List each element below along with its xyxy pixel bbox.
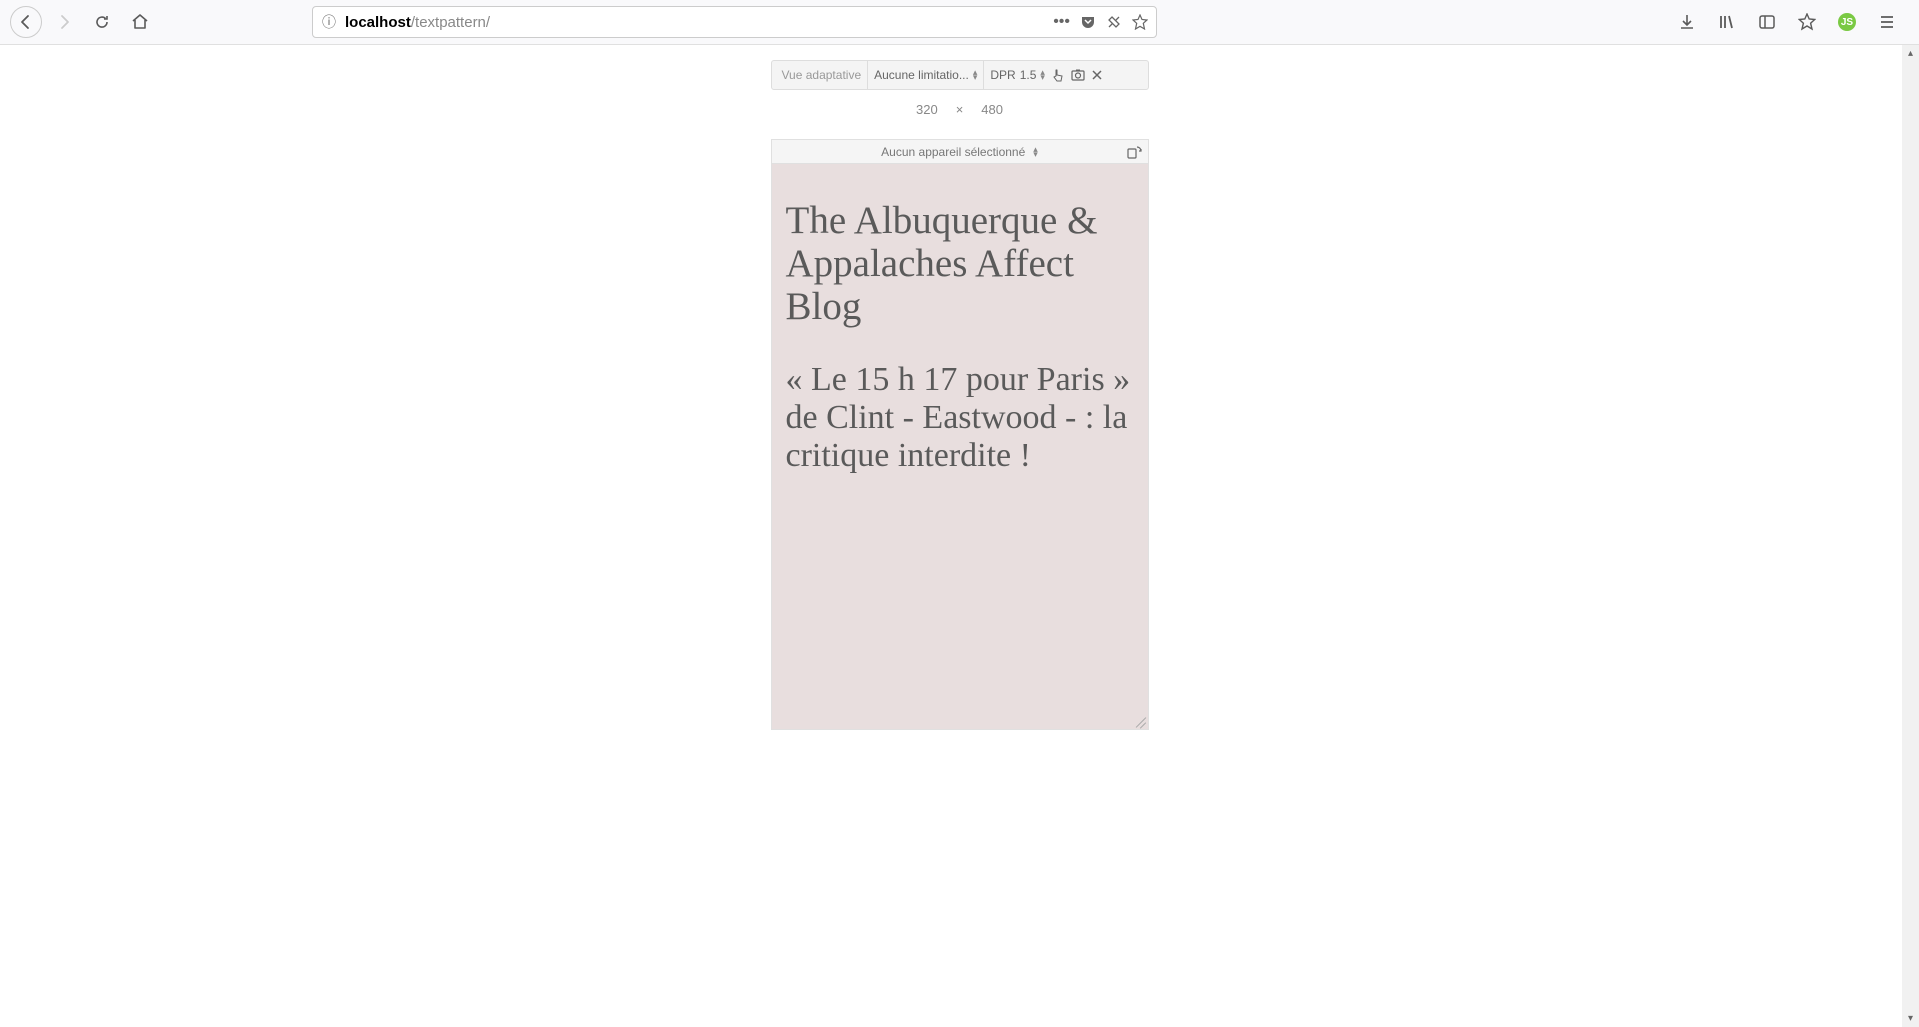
screenshot-icon[interactable] (1071, 68, 1091, 82)
site-info-icon[interactable]: ⓘ (321, 12, 337, 32)
url-bar[interactable]: ⓘ localhost/textpattern/ ••• (312, 6, 1157, 38)
content-area: ▴ ▾ Vue adaptative Aucune limitatio... ▴… (0, 45, 1919, 1027)
vertical-scrollbar[interactable]: ▴ ▾ (1902, 45, 1919, 1027)
scroll-down-icon[interactable]: ▾ (1902, 1010, 1919, 1027)
url-path: /textpattern/ (411, 14, 490, 31)
touch-simulation-icon[interactable] (1051, 68, 1071, 82)
dropdown-arrows-icon: ▴▾ (1040, 70, 1045, 80)
page-actions-icon[interactable]: ••• (1053, 13, 1070, 31)
home-button[interactable] (124, 6, 156, 38)
dropdown-arrows-icon: ▴▾ (973, 70, 978, 80)
bookmark-star-toolbar-icon[interactable] (1793, 8, 1821, 36)
reload-button[interactable] (86, 6, 118, 38)
forward-button[interactable] (48, 6, 80, 38)
browser-toolbar: ⓘ localhost/textpattern/ ••• (0, 0, 1919, 45)
pocket-icon[interactable] (1080, 14, 1096, 30)
url-host: localhost (345, 14, 411, 31)
rdm-height[interactable]: 480 (981, 102, 1003, 117)
rdm-dimensions: 320 × 480 (771, 102, 1149, 117)
rdm-view-mode[interactable]: Vue adaptative (776, 61, 869, 89)
back-button[interactable] (10, 6, 42, 38)
rdm-dpr-value: 1.5 (1020, 68, 1037, 82)
scroll-up-icon[interactable]: ▴ (1902, 45, 1919, 62)
rdm-dpr-select[interactable]: DPR 1.5 ▴▾ (984, 61, 1051, 89)
rdm-dpr-label: DPR (990, 68, 1015, 82)
library-icon[interactable] (1713, 8, 1741, 36)
rdm-view-mode-label: Vue adaptative (782, 68, 862, 82)
rdm-width[interactable]: 320 (916, 102, 938, 117)
device-frame: Aucun appareil sélectionné ▴▾ The Albuqu… (771, 139, 1149, 730)
close-rdm-icon[interactable] (1091, 69, 1111, 81)
bookmark-star-icon[interactable] (1132, 14, 1148, 30)
responsive-design-toolbar: Vue adaptative Aucune limitatio... ▴▾ DP… (771, 60, 1149, 90)
sidebar-icon[interactable] (1753, 8, 1781, 36)
devtools-icon[interactable] (1106, 14, 1122, 30)
device-viewport[interactable]: The Albuquerque & Appalaches Affect Blog… (771, 163, 1149, 730)
article-title: « Le 15 h 17 pour Paris » de Clint - Eas… (786, 361, 1134, 475)
resize-handle-icon[interactable] (1134, 715, 1146, 727)
menu-icon[interactable] (1873, 8, 1901, 36)
downloads-icon[interactable] (1673, 8, 1701, 36)
page-content: The Albuquerque & Appalaches Affect Blog… (772, 164, 1148, 489)
device-selector[interactable]: Aucun appareil sélectionné ▴▾ (771, 139, 1149, 163)
javascript-toggle-icon[interactable]: JS (1833, 8, 1861, 36)
device-selector-label: Aucun appareil sélectionné (881, 145, 1025, 159)
rotate-device-icon[interactable] (1126, 144, 1142, 160)
url-text: localhost/textpattern/ (345, 14, 1045, 31)
rdm-dim-separator: × (956, 102, 964, 117)
blog-title: The Albuquerque & Appalaches Affect Blog (786, 200, 1134, 329)
rdm-throttle-label: Aucune limitatio... (874, 68, 969, 82)
rdm-throttle-select[interactable]: Aucune limitatio... ▴▾ (868, 61, 984, 89)
dropdown-arrows-icon: ▴▾ (1033, 147, 1038, 157)
